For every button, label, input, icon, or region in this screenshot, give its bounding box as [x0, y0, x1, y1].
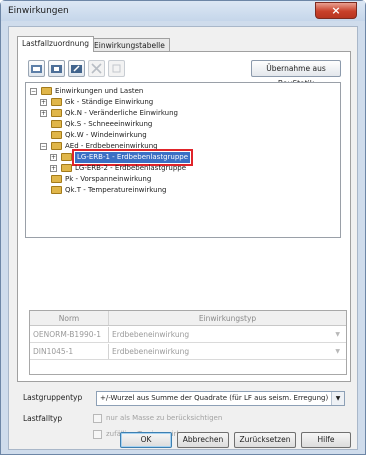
folder-icon [51, 109, 62, 117]
masse-checkbox-row[interactable]: nur als Masse zu berücksichtigen [93, 413, 293, 425]
folder-open-icon [51, 142, 62, 150]
chevron-down-icon[interactable]: ▼ [331, 392, 344, 405]
tree-node-aed[interactable]: − AEd - Erdbebeneinwirkung [40, 141, 330, 152]
tree-node-qkn[interactable]: + Qk.N - Veränderliche Einwirkung [40, 108, 330, 119]
new-action-icon [31, 65, 42, 73]
tree-node-root[interactable]: − Einwirkungen und Lasten [30, 86, 330, 97]
new-group-button[interactable] [48, 60, 65, 77]
close-button[interactable]: × [315, 2, 357, 19]
tree-node-qkw[interactable]: Qk.W - Windeinwirkung [40, 130, 330, 141]
edit-icon [71, 65, 82, 73]
einwirkungen-tree[interactable]: − Einwirkungen und Lasten + Gk - Ständig… [25, 82, 341, 238]
grid-cell-typ[interactable]: Erdbebeneinwirkung [109, 344, 346, 360]
tree-node-qkt[interactable]: Qk.T - Temperatureinwirkung [40, 185, 330, 196]
ok-button[interactable]: OK [120, 432, 172, 448]
grid-col-einwirkungstyp: Einwirkungstyp [198, 314, 257, 323]
close-icon: × [331, 4, 341, 17]
move-icon [112, 64, 121, 73]
collapse-icon[interactable]: − [40, 143, 47, 150]
tree-node-label: AEd - Erdbebeneinwirkung [65, 142, 158, 150]
tree-node-label: Pk - Vorspanneinwirkung [65, 175, 152, 183]
tree-node-qks[interactable]: Qk.S - Schneeeinwirkung [40, 119, 330, 130]
collapse-icon[interactable]: − [30, 88, 37, 95]
tree-node-label: LG-ERB-2 - Erdbebenlastgruppe [75, 164, 187, 172]
dialog-client-area: Lastfallzuordnung Einwirkungstabelle Übe… [8, 26, 358, 450]
lastgruppentyp-select[interactable]: +/-Wurzel aus Summe der Quadrate (für LF… [96, 391, 345, 406]
folder-open-icon [41, 87, 52, 95]
tree-node-label: Qk.T - Temperatureinwirkung [65, 186, 167, 194]
expand-icon[interactable]: + [40, 110, 47, 117]
folder-icon [61, 153, 72, 161]
folder-icon [51, 120, 62, 128]
tree-node-pk[interactable]: Pk - Vorspanneinwirkung [40, 174, 330, 185]
edit-button[interactable] [68, 60, 85, 77]
tree-node-label: Einwirkungen und Lasten [55, 87, 144, 95]
tree-node-label-selected: LG-ERB-1 - Erdbebenlastgruppe [71, 149, 194, 166]
grid-row[interactable]: DIN1045-1 Erdbebeneinwirkung ▼ [30, 344, 346, 360]
expand-icon[interactable]: + [50, 154, 57, 161]
lastgruppentyp-value: +/-Wurzel aus Summe der Quadrate (für LF… [100, 394, 329, 402]
lastgruppentyp-label: Lastgruppentyp [23, 393, 83, 402]
chevron-down-icon[interactable]: ▼ [335, 344, 340, 360]
tree-node-label: Gk - Ständige Einwirkung [65, 98, 154, 106]
tab-label: Lastfallzuordnung [22, 39, 90, 48]
expand-icon[interactable]: + [50, 165, 57, 172]
tree-node-label: Qk.S - Schneeeinwirkung [65, 120, 153, 128]
folder-icon [51, 131, 62, 139]
grid-row[interactable]: OENORM-B1990-1 Erdbebeneinwirkung ▼ [30, 327, 346, 343]
masse-checkbox-label: nur als Masse zu berücksichtigen [106, 414, 223, 422]
grid-header: Norm Einwirkungstyp [30, 311, 346, 326]
grid-cell-typ[interactable]: Erdbebeneinwirkung [109, 327, 346, 343]
folder-icon [61, 164, 72, 172]
new-action-button[interactable] [28, 60, 45, 77]
title-bar[interactable]: Einwirkungen × [1, 1, 365, 21]
abbrechen-button[interactable]: Abbrechen [177, 432, 229, 448]
zuruecksetzen-button[interactable]: Zurücksetzen [234, 432, 296, 448]
new-group-icon [51, 65, 62, 73]
tab-einwirkungstabelle[interactable]: Einwirkungstabelle [89, 38, 170, 52]
tree-node-gk[interactable]: + Gk - Ständige Einwirkung [40, 97, 330, 108]
grid-cell-norm: DIN1045-1 [33, 347, 74, 356]
uebernahme-baustatik-button[interactable]: Übernahme aus BauStatik [251, 60, 341, 88]
tree-node-lg-erb-1[interactable]: + LG-ERB-1 - Erdbebenlastgruppe [50, 149, 330, 166]
grid-col-norm: Norm [58, 314, 80, 323]
grid-cell-norm: OENORM-B1990-1 [33, 330, 101, 339]
tab-label: Einwirkungstabelle [94, 41, 165, 50]
hilfe-button[interactable]: Hilfe [301, 432, 351, 448]
masse-checkbox[interactable] [93, 414, 102, 423]
dialog-window: Einwirkungen × Lastfallzuordnung Einwirk… [0, 0, 366, 455]
tree-node-label: Qk.N - Veränderliche Einwirkung [65, 109, 178, 117]
delete-button[interactable] [88, 60, 105, 77]
move-button[interactable] [108, 60, 125, 77]
tab-lastfallzuordnung[interactable]: Lastfallzuordnung [17, 36, 95, 52]
norm-grid: Norm Einwirkungstyp OENORM-B1990-1 Erdbe… [29, 310, 347, 375]
tree-node-label: Qk.W - Windeinwirkung [65, 131, 147, 139]
folder-icon [51, 175, 62, 183]
folder-icon [51, 98, 62, 106]
torsion-checkbox[interactable] [93, 430, 102, 439]
window-title: Einwirkungen [8, 6, 69, 16]
folder-icon [51, 186, 62, 194]
tree-node-lg-erb-2[interactable]: + LG-ERB-2 - Erdbebenlastgruppe [50, 163, 330, 174]
expand-icon[interactable]: + [40, 99, 47, 106]
lastfalltyp-label: Lastfalltyp [23, 414, 63, 423]
chevron-down-icon[interactable]: ▼ [335, 327, 340, 343]
delete-icon [91, 63, 102, 74]
